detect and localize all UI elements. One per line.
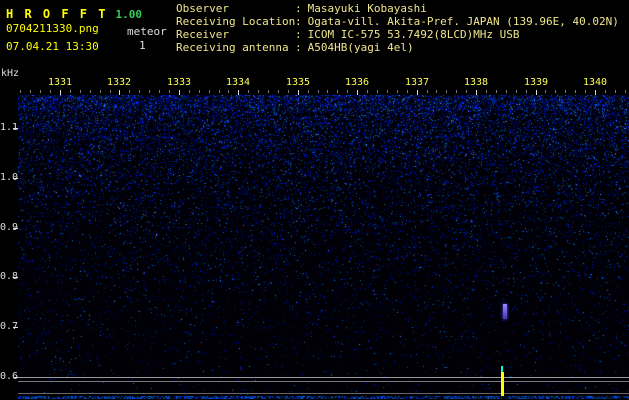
- signal-spike: [501, 372, 504, 396]
- time-subtick: [308, 90, 309, 93]
- time-subtick: [367, 90, 368, 93]
- signal-graph-line-mid: [18, 381, 629, 382]
- time-subtick: [466, 90, 467, 93]
- time-subtick: [20, 90, 21, 93]
- time-subtick: [486, 90, 487, 93]
- time-subtick: [50, 90, 51, 93]
- time-subtick: [189, 90, 190, 93]
- signal-graph-line-top: [18, 377, 629, 378]
- time-subtick: [169, 90, 170, 93]
- time-subtick: [387, 90, 388, 93]
- time-subtick: [436, 90, 437, 93]
- time-subtick: [337, 90, 338, 93]
- spectrogram-canvas: [18, 95, 629, 395]
- meteor-echo-mark: [503, 304, 507, 319]
- time-subtick: [110, 90, 111, 93]
- time-subtick: [377, 90, 378, 93]
- time-subtick: [288, 90, 289, 93]
- time-subtick: [397, 90, 398, 93]
- hrofft-screen: H R O F F T 1.00 0704211330.png meteor 1 …: [0, 0, 629, 400]
- time-subtick: [327, 90, 328, 93]
- time-subtick: [318, 90, 319, 93]
- time-subtick: [347, 90, 348, 93]
- time-subtick: [100, 90, 101, 93]
- time-subtick: [446, 90, 447, 93]
- time-subtick: [526, 90, 527, 93]
- time-subtick: [496, 90, 497, 93]
- time-subtick: [139, 90, 140, 93]
- time-subtick: [80, 90, 81, 93]
- time-subtick: [248, 90, 249, 93]
- time-subtick: [70, 90, 71, 93]
- time-subtick: [40, 90, 41, 93]
- time-subtick: [129, 90, 130, 93]
- time-subtick: [407, 90, 408, 93]
- time-subtick: [575, 90, 576, 93]
- time-subtick: [605, 90, 606, 93]
- time-subtick: [209, 90, 210, 93]
- time-subtick: [90, 90, 91, 93]
- time-subtick: [149, 90, 150, 93]
- time-subtick: [268, 90, 269, 93]
- time-subtick: [506, 90, 507, 93]
- time-subtick: [228, 90, 229, 93]
- time-subtick: [585, 90, 586, 93]
- time-subtick: [555, 90, 556, 93]
- time-subtick: [199, 90, 200, 93]
- bottom-noise-strip: [18, 396, 629, 399]
- signal-graph-line-bottom: [18, 393, 629, 394]
- time-subtick: [219, 90, 220, 93]
- time-subtick: [565, 90, 566, 93]
- time-subtick: [545, 90, 546, 93]
- time-subtick: [456, 90, 457, 93]
- time-subtick: [30, 90, 31, 93]
- time-subtick: [615, 90, 616, 93]
- time-subtick: [427, 90, 428, 93]
- time-subtick: [625, 90, 626, 93]
- time-subtick: [516, 90, 517, 93]
- time-subtick: [258, 90, 259, 93]
- time-subtick: [159, 90, 160, 93]
- time-subtick: [278, 90, 279, 93]
